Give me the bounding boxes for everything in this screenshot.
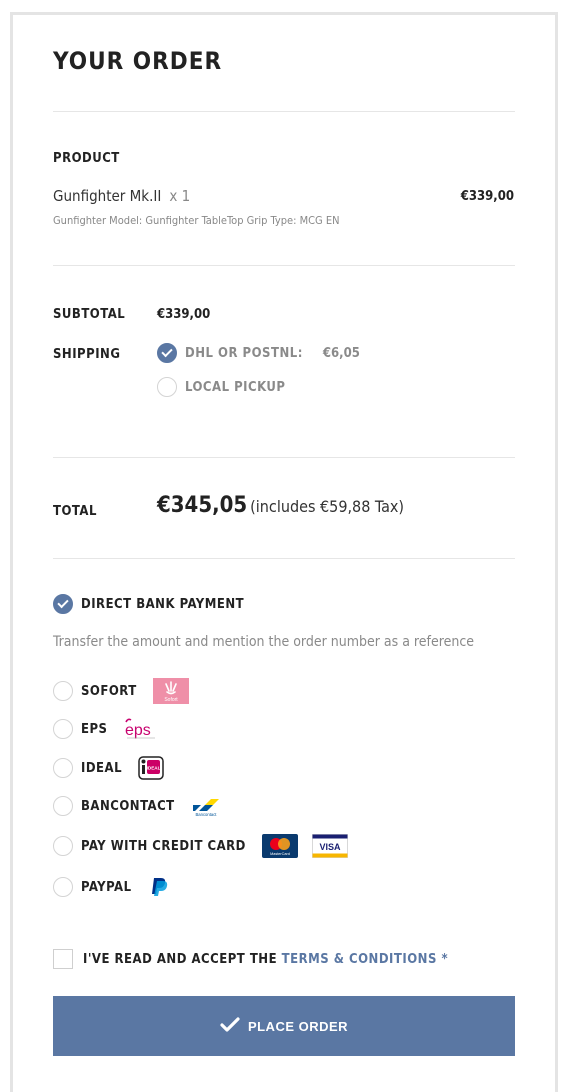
terms-row: I'VE READ AND ACCEPT THE TERMS & CONDITI… xyxy=(53,949,448,969)
payment-option-paypal[interactable]: PAYPAL xyxy=(53,876,170,898)
mastercard-logo-icon: MasterCard xyxy=(261,834,298,858)
total-value-line: €345,05 (includes €59,88 Tax) xyxy=(157,493,404,518)
subtotal-label: SUBTOTAL xyxy=(53,307,126,322)
payment-option-label: PAYPAL xyxy=(81,879,132,895)
terms-text: I'VE READ AND ACCEPT THE TERMS & CONDITI… xyxy=(83,952,448,967)
radio-icon[interactable] xyxy=(157,377,177,397)
eps-logo-icon: eps xyxy=(123,717,159,741)
payment-description: Transfer the amount and mention the orde… xyxy=(53,634,474,650)
radio-icon[interactable] xyxy=(53,796,73,816)
subtotal-value: €339,00 xyxy=(157,307,211,322)
visa-logo-icon: VISA xyxy=(311,834,348,858)
shipping-option-local-pickup[interactable]: LOCAL PICKUP xyxy=(157,377,286,397)
radio-checked-icon[interactable] xyxy=(53,594,73,614)
payment-option-label: EPS xyxy=(81,721,108,737)
payment-option-label: PAY WITH CREDIT CARD xyxy=(81,838,246,854)
total-tax: (includes €59,88 Tax) xyxy=(250,497,405,516)
visa-logo-text: VISA xyxy=(319,842,341,852)
radio-icon[interactable] xyxy=(53,836,73,856)
paypal-logo-icon xyxy=(148,876,170,898)
product-header: PRODUCT xyxy=(53,151,120,166)
shipping-option-price: €6,05 xyxy=(322,345,360,361)
payment-option-ideal[interactable]: IDEAL iDEAL xyxy=(53,756,164,780)
terms-link[interactable]: TERMS & CONDITIONS xyxy=(282,952,437,967)
product-line: Gunfighter Mk.II x 1 xyxy=(53,187,190,205)
bancontact-logo-icon: Bancontact xyxy=(191,795,221,817)
divider xyxy=(53,457,515,458)
payment-option-bancontact[interactable]: BANCONTACT Bancontact xyxy=(53,795,221,817)
radio-icon[interactable] xyxy=(53,681,73,701)
terms-checkbox[interactable] xyxy=(53,949,73,969)
radio-icon[interactable] xyxy=(53,877,73,897)
payment-option-label: SOFORT xyxy=(81,683,137,699)
radio-icon[interactable] xyxy=(53,758,73,778)
ideal-logo-text: iDEAL xyxy=(147,766,161,771)
required-mark: * xyxy=(441,951,449,967)
order-summary-card: YOUR ORDER PRODUCT Gunfighter Mk.II x 1 €… xyxy=(10,12,558,1092)
product-meta: Gunfighter Model: Gunfighter TableTop Gr… xyxy=(53,214,340,227)
payment-option-direct-bank[interactable]: DIRECT BANK PAYMENT xyxy=(53,594,244,614)
shipping-option-label: DHL OR POSTNL: xyxy=(185,345,303,361)
eps-logo-text: eps xyxy=(125,722,151,739)
payment-option-label: IDEAL xyxy=(81,760,123,776)
radio-icon[interactable] xyxy=(53,719,73,739)
total-value: €345,05 xyxy=(157,493,248,518)
product-qty: x 1 xyxy=(169,187,191,205)
payment-option-label: DIRECT BANK PAYMENT xyxy=(81,596,245,612)
page-title: YOUR ORDER xyxy=(53,47,223,75)
shipping-label: SHIPPING xyxy=(53,347,121,362)
divider xyxy=(53,265,515,266)
divider xyxy=(53,111,515,112)
terms-prefix: I'VE READ AND ACCEPT THE xyxy=(83,951,278,967)
mastercard-logo-text: MasterCard xyxy=(270,852,290,856)
total-label: TOTAL xyxy=(53,504,97,519)
place-order-button[interactable]: PLACE ORDER xyxy=(53,996,515,1056)
product-price: €339,00 xyxy=(460,189,514,204)
payment-option-eps[interactable]: EPS eps xyxy=(53,717,159,741)
divider xyxy=(53,558,515,559)
shipping-option-label: LOCAL PICKUP xyxy=(185,379,286,395)
sofort-logo-text: Sofort xyxy=(164,697,178,703)
sofort-logo-icon: Sofort xyxy=(152,678,189,704)
shipping-option-dhl[interactable]: DHL OR POSTNL: €6,05 xyxy=(157,343,360,363)
ideal-logo-icon: iDEAL xyxy=(138,756,164,780)
checkmark-icon xyxy=(220,1016,240,1036)
payment-option-credit-card[interactable]: PAY WITH CREDIT CARD MasterCard VISA xyxy=(53,834,348,858)
payment-option-label: BANCONTACT xyxy=(81,798,175,814)
place-order-label: PLACE ORDER xyxy=(247,1018,349,1034)
bancontact-logo-text: Bancontact xyxy=(195,812,217,817)
radio-checked-icon[interactable] xyxy=(157,343,177,363)
product-name: Gunfighter Mk.II xyxy=(53,187,162,205)
payment-option-sofort[interactable]: SOFORT Sofort xyxy=(53,678,189,704)
